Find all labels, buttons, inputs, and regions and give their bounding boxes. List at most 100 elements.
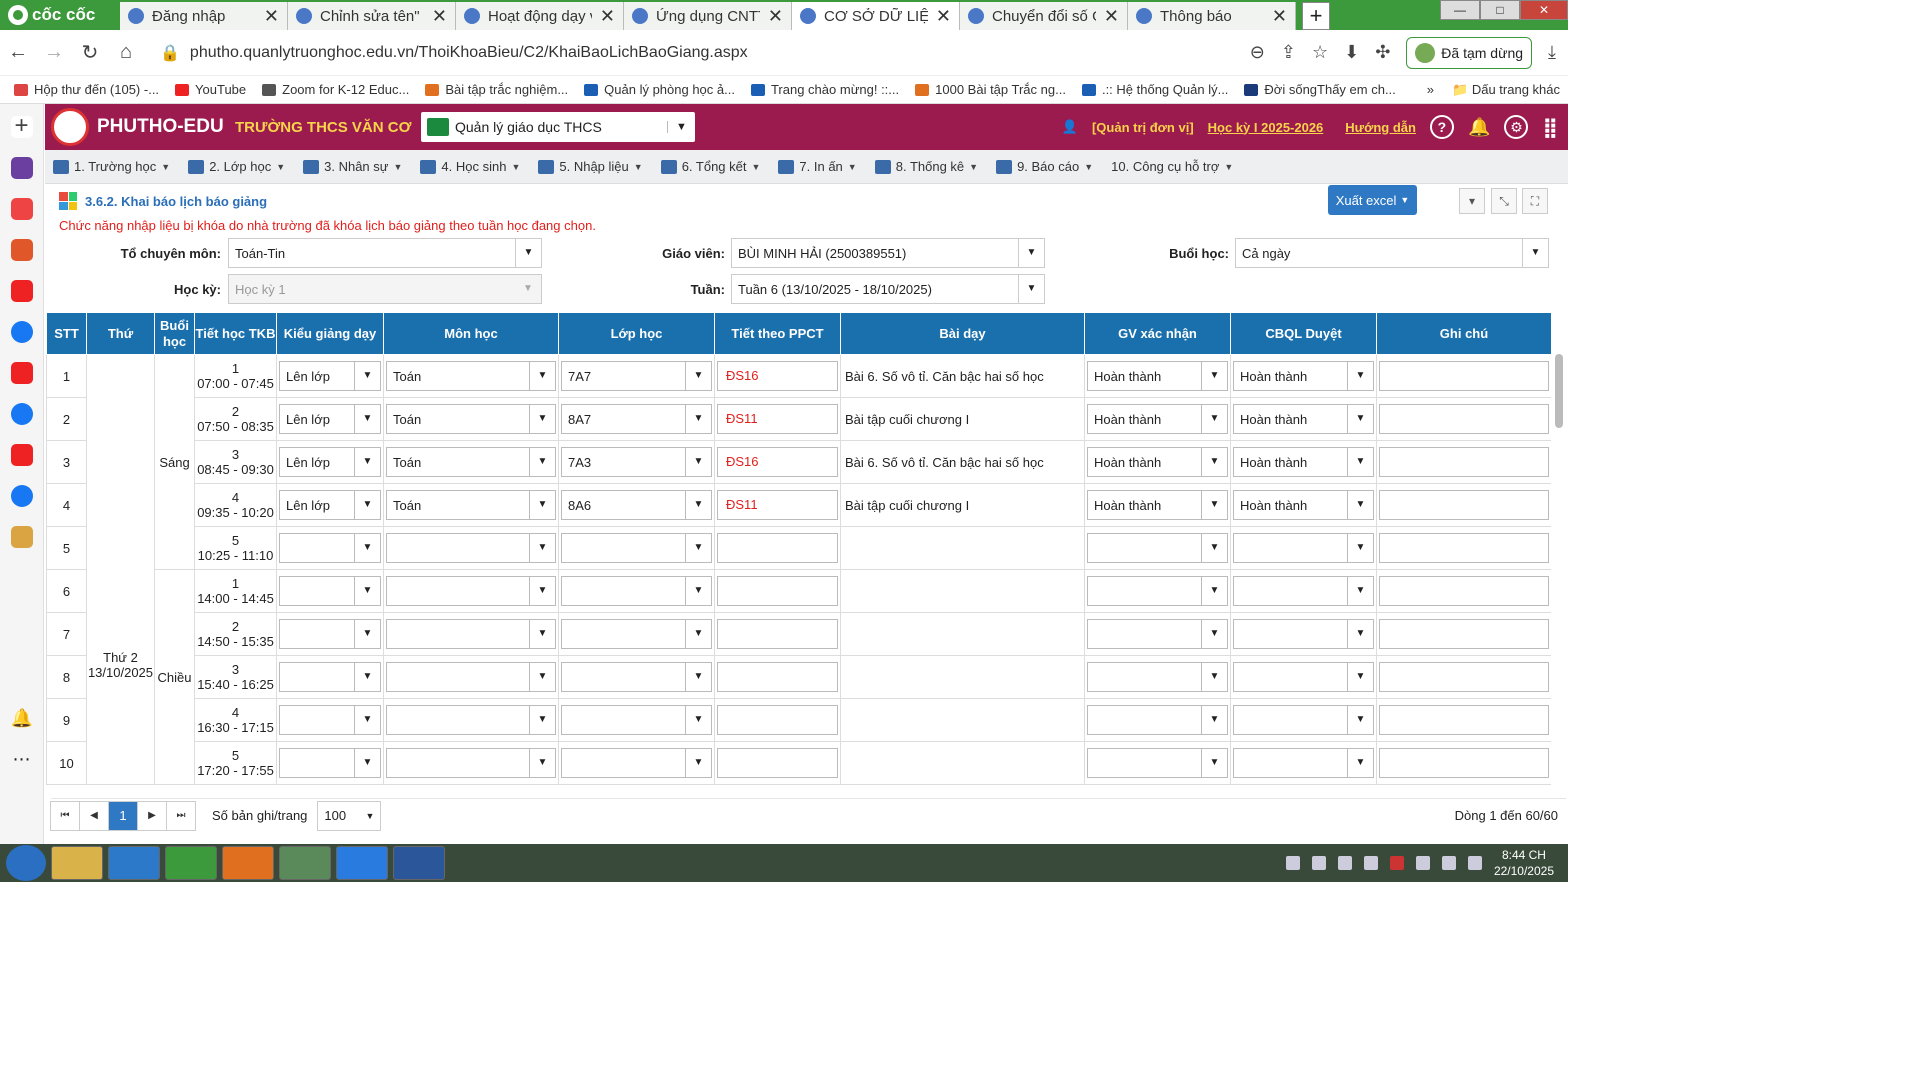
add-icon[interactable]: + xyxy=(10,114,33,138)
teacher-confirm-select[interactable]: ▼ xyxy=(1087,533,1228,563)
menu-item[interactable]: 10. Công cụ hỗ trợ ▼ xyxy=(1111,159,1233,174)
manager-approve-select[interactable]: ▼ xyxy=(1233,662,1374,692)
close-icon[interactable]: ✕ xyxy=(264,6,279,27)
facebook-icon-2[interactable] xyxy=(10,403,33,425)
ppct-input[interactable] xyxy=(717,662,838,692)
ppct-input[interactable]: ĐS11 xyxy=(717,490,838,520)
browser-tab[interactable]: Thông báo ✕ xyxy=(1128,2,1296,30)
notification-bell-icon[interactable]: 🔔 xyxy=(1468,117,1490,138)
bookmarks-more-button[interactable]: » xyxy=(1427,82,1434,98)
teacher-confirm-select[interactable]: ▼ xyxy=(1087,576,1228,606)
forward-icon[interactable]: → xyxy=(36,41,72,64)
gmail-icon[interactable] xyxy=(10,198,33,220)
teaching-type-select[interactable]: ▼ xyxy=(279,748,381,778)
teaching-type-select[interactable]: ▼ xyxy=(279,705,381,735)
page-size-select[interactable]: 100 ▼ xyxy=(317,800,382,831)
manager-approve-select[interactable]: ▼ xyxy=(1233,533,1374,563)
note-input[interactable] xyxy=(1379,361,1549,391)
app-brand[interactable]: PHUTHO-EDU xyxy=(45,108,235,146)
session-select[interactable]: Cả ngày ▼ xyxy=(1235,238,1549,268)
collapse-icon[interactable]: ▾ xyxy=(1459,188,1485,214)
subject-select[interactable]: ▼ xyxy=(386,662,556,692)
close-window-button[interactable]: ✕ xyxy=(1520,0,1568,20)
browser-tab[interactable]: CƠ SỞ DỮ LIỆU N ✕ xyxy=(792,2,960,30)
class-select[interactable]: 8A6 ▼ xyxy=(561,490,712,520)
teacher-confirm-select[interactable]: Hoàn thành ▼ xyxy=(1087,447,1228,477)
note-input[interactable] xyxy=(1379,576,1549,606)
menu-item[interactable]: 4. Học sinh ▼ xyxy=(420,159,520,174)
tray-flag-icon[interactable] xyxy=(1363,856,1378,870)
teacher-confirm-select[interactable]: Hoàn thành ▼ xyxy=(1087,361,1228,391)
subject-select[interactable]: Toán ▼ xyxy=(386,490,556,520)
user-icon[interactable]: 👤 xyxy=(1062,119,1078,135)
close-icon[interactable]: ✕ xyxy=(1104,6,1119,27)
note-input[interactable] xyxy=(1379,705,1549,735)
manager-approve-select[interactable]: ▼ xyxy=(1233,576,1374,606)
teacher-confirm-select[interactable]: Hoàn thành ▼ xyxy=(1087,490,1228,520)
teacher-confirm-select[interactable]: ▼ xyxy=(1087,662,1228,692)
bookmark-item[interactable]: Quản lý phòng học ả... xyxy=(584,82,735,97)
bookmark-item[interactable]: YouTube xyxy=(175,82,246,97)
subject-select[interactable]: Toán ▼ xyxy=(386,361,556,391)
ppct-input[interactable] xyxy=(717,576,838,606)
shield-icon[interactable] xyxy=(1337,856,1352,870)
bell-icon[interactable]: 🔔 xyxy=(11,708,33,730)
youtube-icon[interactable] xyxy=(10,280,33,302)
menu-item[interactable]: 8. Thống kê ▼ xyxy=(874,159,978,174)
teacher-confirm-select[interactable]: ▼ xyxy=(1087,619,1228,649)
coccoc-taskbar-icon[interactable] xyxy=(165,846,217,880)
ppct-input[interactable] xyxy=(717,705,838,735)
share-icon[interactable]: ⇪ xyxy=(1281,42,1296,63)
bookmark-item[interactable]: Đời sốngThấy em ch... xyxy=(1244,82,1396,97)
menu-item[interactable]: 6. Tổng kết ▼ xyxy=(660,159,760,174)
monitor-icon[interactable] xyxy=(1441,856,1456,870)
ppct-input[interactable]: ĐS16 xyxy=(717,361,838,391)
browser-tab[interactable]: Hoạt động dạy v ✕ xyxy=(456,2,624,30)
bookmark-item[interactable]: .:: Hệ thống Quản lý... xyxy=(1081,82,1228,97)
note-input[interactable] xyxy=(1379,662,1549,692)
word-icon[interactable] xyxy=(393,846,445,880)
new-tab-button[interactable]: + xyxy=(1302,2,1330,30)
start-button[interactable] xyxy=(6,845,46,881)
manager-approve-select[interactable]: Hoàn thành ▼ xyxy=(1233,490,1374,520)
next-page-button[interactable]: ▶ xyxy=(137,800,167,831)
export-excel-button[interactable]: Xuất excel ▼ xyxy=(1328,185,1417,215)
internet-explorer-icon[interactable] xyxy=(108,846,160,880)
file-explorer-icon[interactable] xyxy=(51,846,103,880)
class-select[interactable]: 8A7 ▼ xyxy=(561,404,712,434)
manager-approve-select[interactable]: ▼ xyxy=(1233,748,1374,778)
facebook-icon[interactable] xyxy=(10,321,33,343)
subject-select[interactable]: ▼ xyxy=(386,619,556,649)
subject-select[interactable]: ▼ xyxy=(386,748,556,778)
star-icon[interactable]: ☆ xyxy=(1312,42,1328,63)
coccoc-active-icon[interactable] xyxy=(279,846,331,880)
downloads-icon[interactable]: ⤓ xyxy=(1548,42,1556,63)
class-select[interactable]: ▼ xyxy=(561,533,712,563)
class-select[interactable]: ▼ xyxy=(561,705,712,735)
note-input[interactable] xyxy=(1379,447,1549,477)
tray-network-icon[interactable] xyxy=(1311,856,1326,870)
question-icon[interactable]: ? xyxy=(1429,115,1454,139)
zalo-icon[interactable] xyxy=(336,846,388,880)
bookmark-item[interactable]: Zoom for K-12 Educ... xyxy=(262,82,409,97)
teacher-confirm-select[interactable]: Hoàn thành ▼ xyxy=(1087,404,1228,434)
youtube-icon-2[interactable] xyxy=(10,362,33,384)
help-link[interactable]: Hướng dẫn xyxy=(1345,120,1416,135)
settings-icon[interactable]: ⚙ xyxy=(1504,115,1529,139)
browser-tab[interactable]: Chuyển đổi số G ✕ xyxy=(960,2,1128,30)
teaching-type-select[interactable]: ▼ xyxy=(279,533,381,563)
note-input[interactable] xyxy=(1379,748,1549,778)
maximize-button[interactable]: □ xyxy=(1480,0,1520,20)
tray-app-icon[interactable] xyxy=(1285,856,1300,870)
teaching-type-select[interactable]: ▼ xyxy=(279,576,381,606)
antivirus-icon[interactable] xyxy=(1389,856,1404,870)
class-select[interactable]: ▼ xyxy=(561,576,712,606)
teacher-confirm-select[interactable]: ▼ xyxy=(1087,748,1228,778)
clock[interactable]: 8:44 CH 22/10/2025 xyxy=(1494,847,1554,879)
manager-approve-select[interactable]: Hoàn thành ▼ xyxy=(1233,447,1374,477)
last-page-button[interactable]: ⏭ xyxy=(166,800,196,831)
vertical-scrollbar[interactable] xyxy=(1555,354,1563,428)
department-select[interactable]: Toán-Tin ▼ xyxy=(228,238,542,268)
teacher-confirm-select[interactable]: ▼ xyxy=(1087,705,1228,735)
close-icon[interactable]: ✕ xyxy=(936,6,951,27)
